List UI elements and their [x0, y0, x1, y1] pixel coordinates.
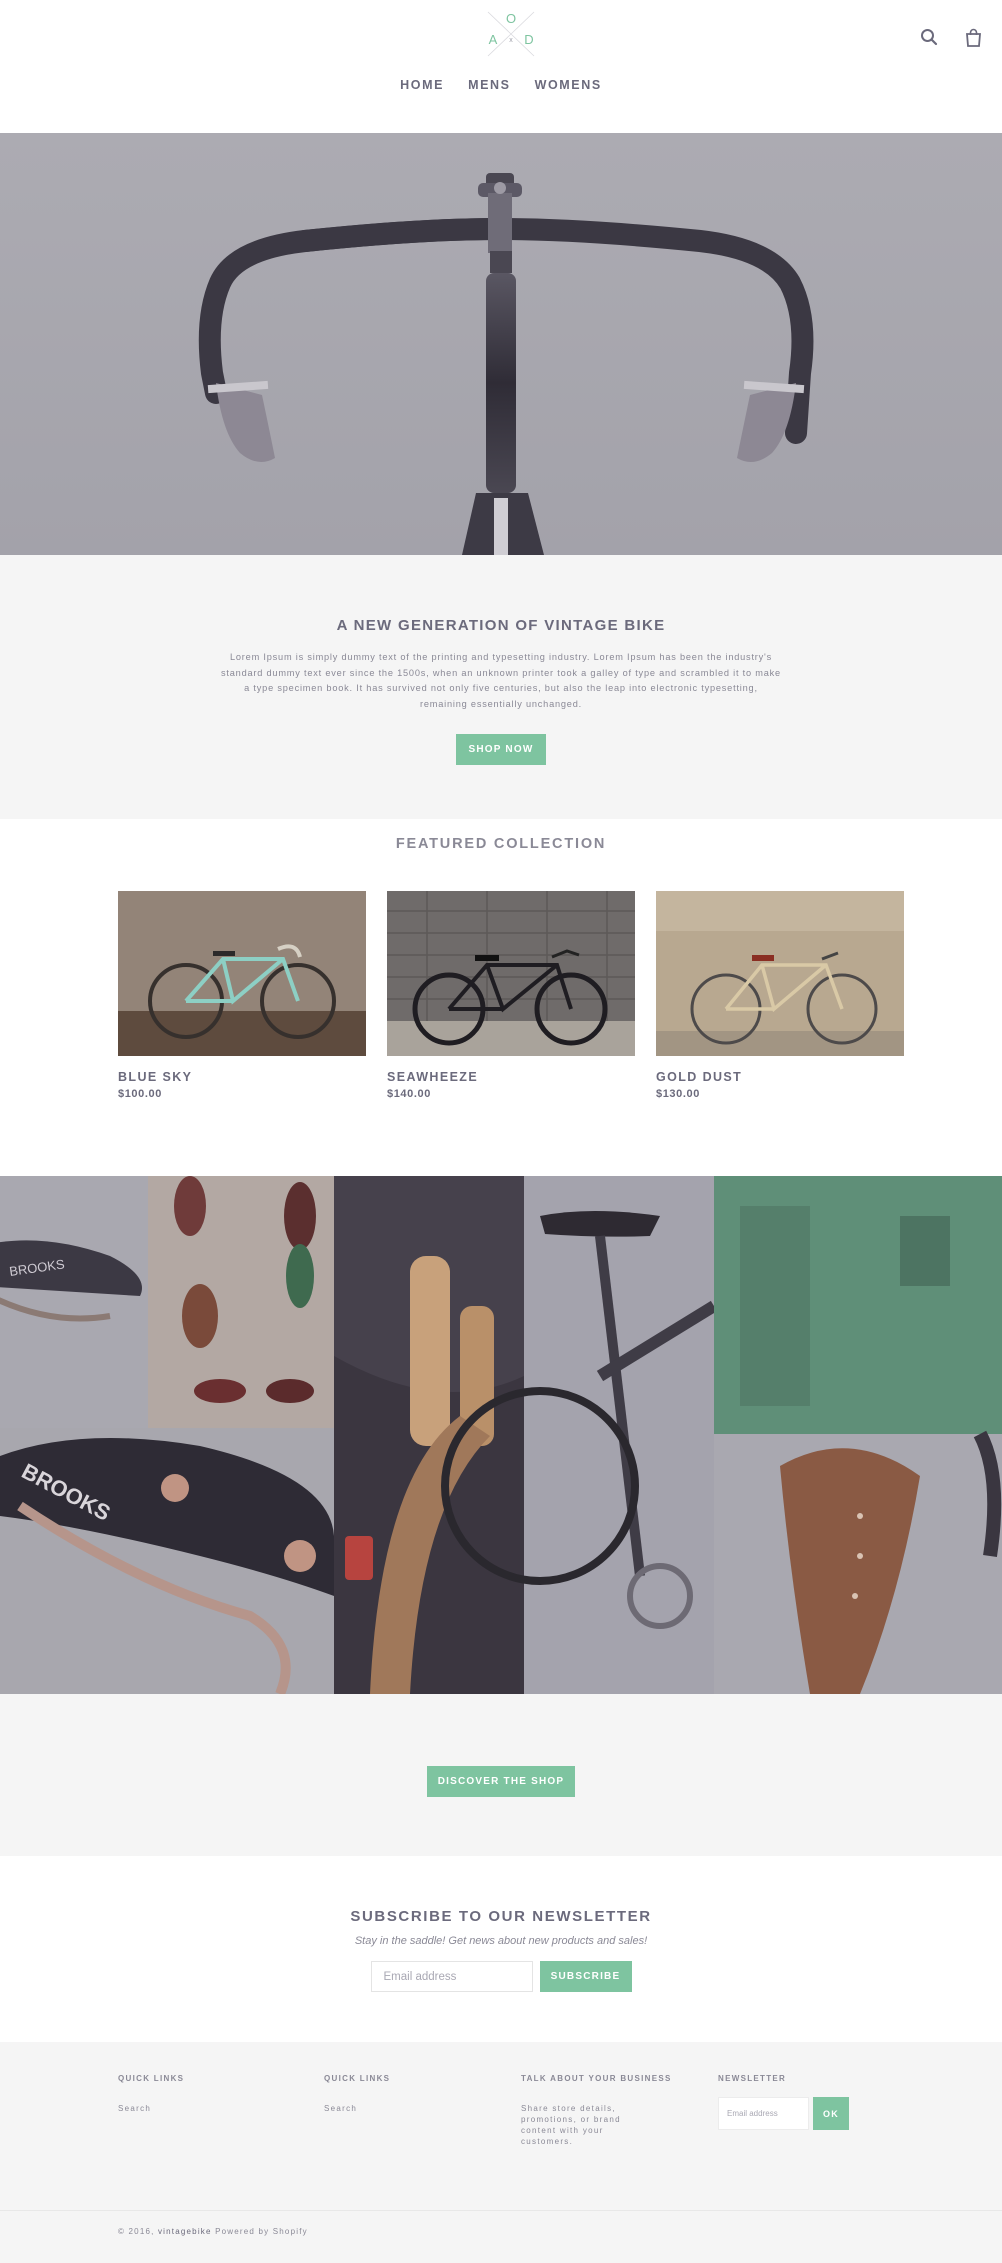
logo-letter-left: A — [489, 32, 498, 47]
site-header: O A D x HOME MENS WOMENS — [0, 0, 1002, 133]
product-card[interactable]: BLUE SKY $100.00 — [118, 891, 366, 1100]
store-logo[interactable]: O A D x — [480, 8, 542, 58]
product-name[interactable]: GOLD DUST — [656, 1070, 904, 1084]
newsletter-subtitle: Stay in the saddle! Get news about new p… — [354, 1935, 648, 1947]
footer-newsletter-form: OK — [718, 2097, 849, 2130]
collage-images: BROOKS BROOKS — [0, 1176, 1002, 1694]
product-card[interactable]: GOLD DUST $130.00 — [656, 891, 904, 1100]
product-name[interactable]: SEAWHEEZE — [387, 1070, 635, 1084]
logo-letter-right: D — [524, 32, 533, 47]
newsletter-form: SUBSCRIBE — [0, 1961, 1002, 1992]
logo-letter-top: O — [506, 11, 516, 26]
product-name[interactable]: BLUE SKY — [118, 1070, 366, 1084]
newsletter-section: SUBSCRIBE TO OUR NEWSLETTER Stay in the … — [0, 1856, 1002, 2042]
discover-shop-button[interactable]: DISCOVER THE SHOP — [427, 1766, 575, 1797]
footer-ok-button[interactable]: OK — [813, 2097, 849, 2130]
product-image[interactable] — [387, 891, 635, 1056]
shopping-bag-icon[interactable] — [962, 26, 984, 48]
subscribe-button[interactable]: SUBSCRIBE — [539, 1961, 632, 1992]
nav-womens[interactable]: WOMENS — [535, 78, 602, 92]
site-footer: QUICK LINKS Search QUICK LINKS Search TA… — [0, 2042, 1002, 2210]
copyright-bar: © 2016, vintagebike Powered by Shopify — [0, 2210, 1002, 2263]
footer-newsletter: NEWSLETTER OK — [718, 2074, 849, 2130]
logo-mark: O A D x — [487, 11, 535, 57]
footer-heading: NEWSLETTER — [718, 2074, 787, 2083]
powered-by: Powered by Shopify — [211, 2227, 308, 2236]
nav-mens[interactable]: MENS — [468, 78, 511, 92]
footer-about-text: Share store details, promotions, or bran… — [521, 2104, 621, 2146]
footer-quick-links-1: QUICK LINKS Search — [118, 2074, 184, 2114]
intro-title: A NEW GENERATION OF VINTAGE BIKE — [336, 617, 666, 634]
product-image[interactable] — [118, 891, 366, 1056]
hero-image — [0, 133, 1002, 555]
product-grid: BLUE SKY $100.00 SEAWHEEZE $140.00 GOLD … — [118, 891, 904, 1100]
featured-title: FEATURED COLLECTION — [395, 836, 607, 852]
newsletter-title: SUBSCRIBE TO OUR NEWSLETTER — [350, 1908, 652, 1925]
footer-about: TALK ABOUT YOUR BUSINESS Share store det… — [521, 2074, 672, 2147]
footer-heading: QUICK LINKS — [118, 2074, 185, 2083]
footer-search-link[interactable]: Search — [118, 2103, 184, 2114]
featured-collection: FEATURED COLLECTION BLUE SKY $100.00 SEA… — [0, 819, 1002, 1176]
logo-letter-center: x — [509, 37, 513, 44]
footer-search-link[interactable]: Search — [324, 2103, 390, 2114]
product-image[interactable] — [656, 891, 904, 1056]
shop-now-button[interactable]: SHOP NOW — [456, 734, 546, 765]
product-card[interactable]: SEAWHEEZE $140.00 — [387, 891, 635, 1100]
store-name-link[interactable]: vintagebike — [158, 2227, 212, 2236]
discover-section: DISCOVER THE SHOP — [0, 1694, 1002, 1856]
footer-heading: QUICK LINKS — [324, 2074, 391, 2083]
product-price: $100.00 — [118, 1088, 162, 1100]
main-nav: HOME MENS WOMENS — [0, 78, 1002, 92]
image-collage: BROOKS BROOKS — [0, 1176, 1002, 1694]
header-icons — [918, 26, 984, 48]
newsletter-email-input[interactable] — [370, 1961, 533, 1992]
intro-section: A NEW GENERATION OF VINTAGE BIKE Lorem I… — [0, 555, 1002, 819]
product-price: $140.00 — [387, 1088, 431, 1100]
copyright-prefix: © 2016, — [118, 2227, 158, 2236]
handlebar-illustration — [0, 133, 1002, 555]
footer-quick-links-2: QUICK LINKS Search — [324, 2074, 390, 2114]
search-icon[interactable] — [918, 26, 940, 48]
footer-heading: TALK ABOUT YOUR BUSINESS — [521, 2074, 672, 2083]
nav-home[interactable]: HOME — [400, 78, 444, 92]
footer-email-input[interactable] — [718, 2097, 809, 2130]
product-price: $130.00 — [656, 1088, 700, 1100]
intro-body: Lorem Ipsum is simply dummy text of the … — [221, 652, 781, 709]
